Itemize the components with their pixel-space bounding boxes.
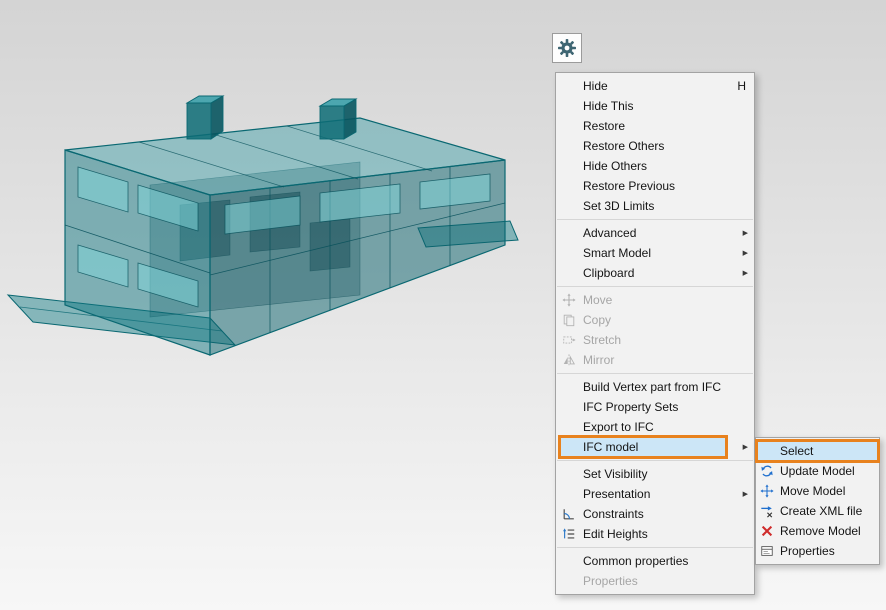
- menu-separator: [557, 286, 753, 287]
- menu-item-label: Mirror: [583, 353, 614, 367]
- move-model-icon: [760, 484, 774, 498]
- submenu-item-create-xml-file[interactable]: Create XML file: [756, 501, 879, 521]
- menu-item-label: IFC model: [583, 440, 638, 454]
- menu-item-restore-previous[interactable]: Restore Previous: [556, 176, 754, 196]
- menu-item-label: Restore Previous: [583, 179, 675, 193]
- submenu-arrow-icon: ▶: [743, 249, 748, 257]
- menu-item-edit-heights[interactable]: Edit Heights: [556, 524, 754, 544]
- menu-item-set-visibility[interactable]: Set Visibility: [556, 464, 754, 484]
- context-menu: Hide H Hide This Restore Restore Others …: [555, 72, 755, 595]
- menu-item-ifc-property-sets[interactable]: IFC Property Sets: [556, 397, 754, 417]
- menu-item-label: Hide Others: [583, 159, 647, 173]
- menu-item-mirror: Mirror: [556, 350, 754, 370]
- menu-item-properties: Properties: [556, 571, 754, 591]
- submenu-item-label: Remove Model: [780, 524, 861, 538]
- ifc-model-submenu: Select Update Model: [755, 437, 880, 565]
- menu-item-label: Set 3D Limits: [583, 199, 654, 213]
- menu-item-export-to-ifc[interactable]: Export to IFC: [556, 417, 754, 437]
- menu-item-label: Hide This: [583, 99, 633, 113]
- menu-item-label: Set Visibility: [583, 467, 647, 481]
- create-xml-icon: [760, 504, 774, 518]
- annotation-highlight-box: [755, 439, 880, 463]
- copy-icon: [562, 313, 576, 327]
- menu-item-ifc-model[interactable]: IFC model ▶: [556, 437, 754, 457]
- menu-item-label: Restore Others: [583, 139, 664, 153]
- menu-item-restore-others[interactable]: Restore Others: [556, 136, 754, 156]
- settings-button[interactable]: [552, 33, 582, 63]
- menu-item-label: Clipboard: [583, 266, 634, 280]
- submenu-item-label: Create XML file: [780, 504, 862, 518]
- stretch-icon: [562, 333, 576, 347]
- menu-item-move: Move: [556, 290, 754, 310]
- menu-item-label: Constraints: [583, 507, 644, 521]
- remove-model-icon: [760, 524, 774, 538]
- edit-heights-icon: [562, 527, 576, 541]
- menu-item-label: Edit Heights: [583, 527, 648, 541]
- menu-item-label: Common properties: [583, 554, 688, 568]
- ifc-building-model[interactable]: [0, 55, 540, 390]
- menu-separator: [557, 547, 753, 548]
- menu-item-build-vertex-part-from-ifc[interactable]: Build Vertex part from IFC: [556, 377, 754, 397]
- menu-separator: [557, 460, 753, 461]
- menu-item-restore[interactable]: Restore: [556, 116, 754, 136]
- shortcut-key: H: [737, 79, 746, 93]
- menu-item-label: Advanced: [583, 226, 636, 240]
- submenu-arrow-icon: ▶: [743, 443, 748, 451]
- menu-separator: [557, 219, 753, 220]
- menu-item-hide-this[interactable]: Hide This: [556, 96, 754, 116]
- menu-separator: [557, 373, 753, 374]
- menu-item-label: Properties: [583, 574, 638, 588]
- menu-item-label: Stretch: [583, 333, 621, 347]
- menu-item-label: Build Vertex part from IFC: [583, 380, 721, 394]
- submenu-arrow-icon: ▶: [743, 269, 748, 277]
- submenu-item-update-model[interactable]: Update Model: [756, 461, 879, 481]
- menu-item-label: Restore: [583, 119, 625, 133]
- submenu-item-label: Properties: [780, 544, 835, 558]
- submenu-arrow-icon: ▶: [743, 490, 748, 498]
- menu-item-label: IFC Property Sets: [583, 400, 678, 414]
- submenu-item-move-model[interactable]: Move Model: [756, 481, 879, 501]
- menu-item-label: Export to IFC: [583, 420, 654, 434]
- menu-item-label: Hide: [583, 79, 608, 93]
- menu-item-hide[interactable]: Hide H: [556, 76, 754, 96]
- update-model-icon: [760, 464, 774, 478]
- submenu-item-label: Update Model: [780, 464, 855, 478]
- menu-item-copy: Copy: [556, 310, 754, 330]
- submenu-item-select[interactable]: Select: [756, 441, 879, 461]
- submenu-arrow-icon: ▶: [743, 229, 748, 237]
- menu-item-label: Smart Model: [583, 246, 651, 260]
- menu-item-presentation[interactable]: Presentation ▶: [556, 484, 754, 504]
- menu-item-stretch: Stretch: [556, 330, 754, 350]
- menu-item-clipboard[interactable]: Clipboard ▶: [556, 263, 754, 283]
- properties-icon: [760, 544, 774, 558]
- menu-item-common-properties[interactable]: Common properties: [556, 551, 754, 571]
- menu-item-label: Presentation: [583, 487, 650, 501]
- submenu-item-label: Select: [780, 444, 813, 458]
- menu-item-constraints[interactable]: Constraints: [556, 504, 754, 524]
- mirror-icon: [562, 353, 576, 367]
- menu-item-set-3d-limits[interactable]: Set 3D Limits: [556, 196, 754, 216]
- gear-icon: [557, 38, 577, 58]
- menu-item-advanced[interactable]: Advanced ▶: [556, 223, 754, 243]
- menu-item-hide-others[interactable]: Hide Others: [556, 156, 754, 176]
- menu-item-label: Copy: [583, 313, 611, 327]
- submenu-item-properties[interactable]: Properties: [756, 541, 879, 561]
- submenu-item-label: Move Model: [780, 484, 845, 498]
- app-window: Hide H Hide This Restore Restore Others …: [0, 0, 886, 610]
- submenu-item-remove-model[interactable]: Remove Model: [756, 521, 879, 541]
- move-icon: [562, 293, 576, 307]
- menu-item-smart-model[interactable]: Smart Model ▶: [556, 243, 754, 263]
- menu-item-label: Move: [583, 293, 612, 307]
- constraints-icon: [562, 507, 576, 521]
